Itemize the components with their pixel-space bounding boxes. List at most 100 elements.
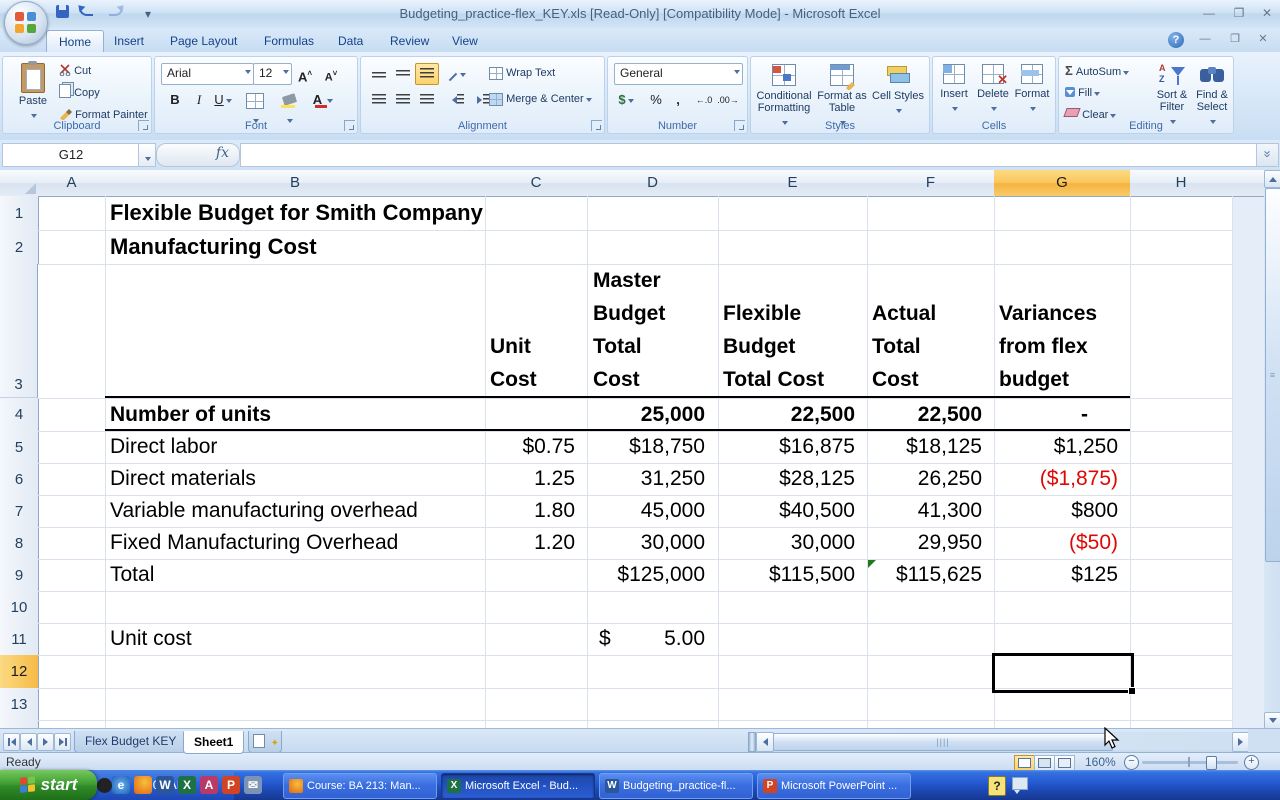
- font-family-select[interactable]: Arial: [161, 63, 254, 85]
- grow-font-button[interactable]: A˄: [293, 63, 317, 85]
- merge-center-button[interactable]: Merge & Center: [489, 89, 592, 109]
- cell-g6[interactable]: ($1,875): [996, 463, 1118, 495]
- font-size-select[interactable]: 12: [253, 63, 292, 85]
- cell-e9[interactable]: $115,500: [720, 559, 855, 591]
- cell-d6[interactable]: 31,250: [589, 463, 705, 495]
- column-header-e[interactable]: E: [718, 170, 868, 197]
- italic-button[interactable]: I: [187, 89, 211, 111]
- number-format-select[interactable]: General: [614, 63, 743, 85]
- cell-e3[interactable]: Flexible Budget Total Cost: [723, 297, 824, 396]
- sheet-tab-sheet1[interactable]: Sheet1: [183, 731, 245, 754]
- autosum-button[interactable]: Σ AutoSum: [1065, 61, 1130, 81]
- internet-explorer-icon[interactable]: e: [112, 776, 130, 794]
- task-powerpoint[interactable]: P Microsoft PowerPoint ...: [757, 773, 911, 799]
- workbook-minimize-button[interactable]: —: [1192, 32, 1218, 47]
- previous-sheet-button[interactable]: [20, 733, 37, 751]
- task-browser-course[interactable]: Course: BA 213: Man...: [283, 773, 437, 799]
- cell-c6[interactable]: 1.25: [487, 463, 575, 495]
- next-sheet-button[interactable]: [37, 733, 54, 751]
- accounting-format-button[interactable]: $: [614, 89, 638, 111]
- cut-button[interactable]: Cut: [59, 61, 91, 81]
- minimize-button[interactable]: —: [1196, 6, 1222, 21]
- office-button[interactable]: [4, 1, 48, 45]
- firefox-icon[interactable]: [134, 776, 152, 794]
- vertical-scroll-thumb[interactable]: ≡: [1265, 188, 1280, 562]
- cell-g8[interactable]: ($50): [996, 527, 1118, 559]
- font-dialog-launcher[interactable]: [344, 120, 355, 131]
- cell-d7[interactable]: 45,000: [589, 495, 705, 527]
- decrease-decimal-button[interactable]: .00→: [716, 89, 740, 111]
- tab-review[interactable]: Review: [378, 30, 441, 52]
- column-header-d[interactable]: D: [587, 170, 719, 197]
- format-as-table-button[interactable]: Format as Table: [815, 61, 869, 127]
- align-right-button[interactable]: [415, 89, 439, 111]
- name-box-arrow[interactable]: [138, 143, 156, 167]
- excel-icon[interactable]: X: [178, 776, 196, 794]
- insert-worksheet-tab[interactable]: ✦: [248, 731, 282, 753]
- start-button[interactable]: start: [0, 770, 97, 800]
- sheet-tab-flex-budget-key[interactable]: Flex Budget KEY: [74, 731, 188, 753]
- tab-split-handle[interactable]: [748, 732, 756, 752]
- workbook-restore-button[interactable]: ❐: [1222, 32, 1248, 47]
- delete-cells-button[interactable]: ✕ Delete: [974, 61, 1012, 127]
- close-button[interactable]: ✕: [1254, 6, 1280, 21]
- vertical-scrollbar[interactable]: ≡: [1264, 170, 1280, 730]
- task-word-budgeting[interactable]: W Budgeting_practice-fl...: [599, 773, 753, 799]
- align-left-button[interactable]: [367, 89, 391, 111]
- selected-cell-g12[interactable]: [992, 653, 1136, 695]
- row-header-5[interactable]: 5: [0, 431, 39, 464]
- powerpoint-icon[interactable]: P: [222, 776, 240, 794]
- tray-camera-icon[interactable]: [97, 777, 112, 793]
- cell-f5[interactable]: $18,125: [869, 431, 982, 463]
- row-header-7[interactable]: 7: [0, 495, 39, 528]
- find-select-button[interactable]: Find & Select: [1191, 61, 1233, 127]
- underline-button[interactable]: U: [211, 89, 235, 111]
- name-box[interactable]: G12: [2, 143, 140, 167]
- cell-f4[interactable]: 22,500: [869, 398, 982, 431]
- tab-home[interactable]: Home: [46, 30, 105, 53]
- fill-button[interactable]: Fill: [1065, 83, 1101, 103]
- workbook-close-button[interactable]: ✕: [1250, 32, 1276, 47]
- row-header-4[interactable]: 4: [0, 398, 39, 432]
- column-header-c[interactable]: C: [485, 170, 588, 197]
- row-header-10[interactable]: 10: [0, 591, 39, 624]
- column-header-b[interactable]: B: [105, 170, 486, 197]
- cell-c8[interactable]: 1.20: [487, 527, 575, 559]
- zoom-slider-thumb[interactable]: [1206, 756, 1217, 770]
- cell-e5[interactable]: $16,875: [720, 431, 855, 463]
- column-header-g[interactable]: G: [994, 170, 1131, 197]
- tab-data[interactable]: Data: [326, 30, 375, 52]
- font-color-button[interactable]: A: [311, 89, 335, 111]
- cell-d9[interactable]: $125,000: [589, 559, 705, 591]
- cell-d11[interactable]: 5.00: [589, 623, 705, 655]
- increase-decimal-button[interactable]: ←.0: [692, 89, 716, 111]
- formula-input[interactable]: [240, 143, 1260, 167]
- first-sheet-button[interactable]: [3, 733, 20, 751]
- expand-formula-bar-button[interactable]: »: [1256, 143, 1279, 167]
- orientation-button[interactable]: [445, 63, 469, 85]
- cell-b4[interactable]: Number of units: [110, 398, 271, 431]
- scroll-left-button[interactable]: [756, 732, 774, 752]
- row-header-8[interactable]: 8: [0, 527, 39, 560]
- cell-c7[interactable]: 1.80: [487, 495, 575, 527]
- zoom-slider-track[interactable]: [1142, 761, 1238, 764]
- align-top-button[interactable]: [367, 63, 391, 85]
- cell-d3[interactable]: Master Budget Total Cost: [593, 264, 665, 396]
- tab-page-layout[interactable]: Page Layout: [158, 30, 249, 52]
- row-header-6[interactable]: 6: [0, 463, 39, 496]
- tab-view[interactable]: View: [440, 30, 490, 52]
- cell-b6[interactable]: Direct materials: [110, 463, 256, 495]
- cell-b5[interactable]: Direct labor: [110, 431, 217, 463]
- cell-b9[interactable]: Total: [110, 559, 154, 591]
- task-excel[interactable]: X Microsoft Excel - Bud...: [441, 773, 595, 799]
- horizontal-scroll-thumb[interactable]: ||||: [773, 733, 1113, 751]
- cell-b11[interactable]: Unit cost: [110, 623, 192, 655]
- column-header-a[interactable]: A: [38, 170, 106, 197]
- row-header-3[interactable]: 3: [0, 264, 38, 398]
- cell-f9[interactable]: $115,625: [869, 559, 982, 591]
- cell-b1[interactable]: Flexible Budget for Smith Company: [110, 196, 483, 230]
- borders-button[interactable]: [243, 89, 267, 124]
- row-header-1[interactable]: 1: [0, 196, 39, 231]
- normal-view-button[interactable]: [1014, 755, 1035, 771]
- select-all-corner[interactable]: [0, 170, 39, 197]
